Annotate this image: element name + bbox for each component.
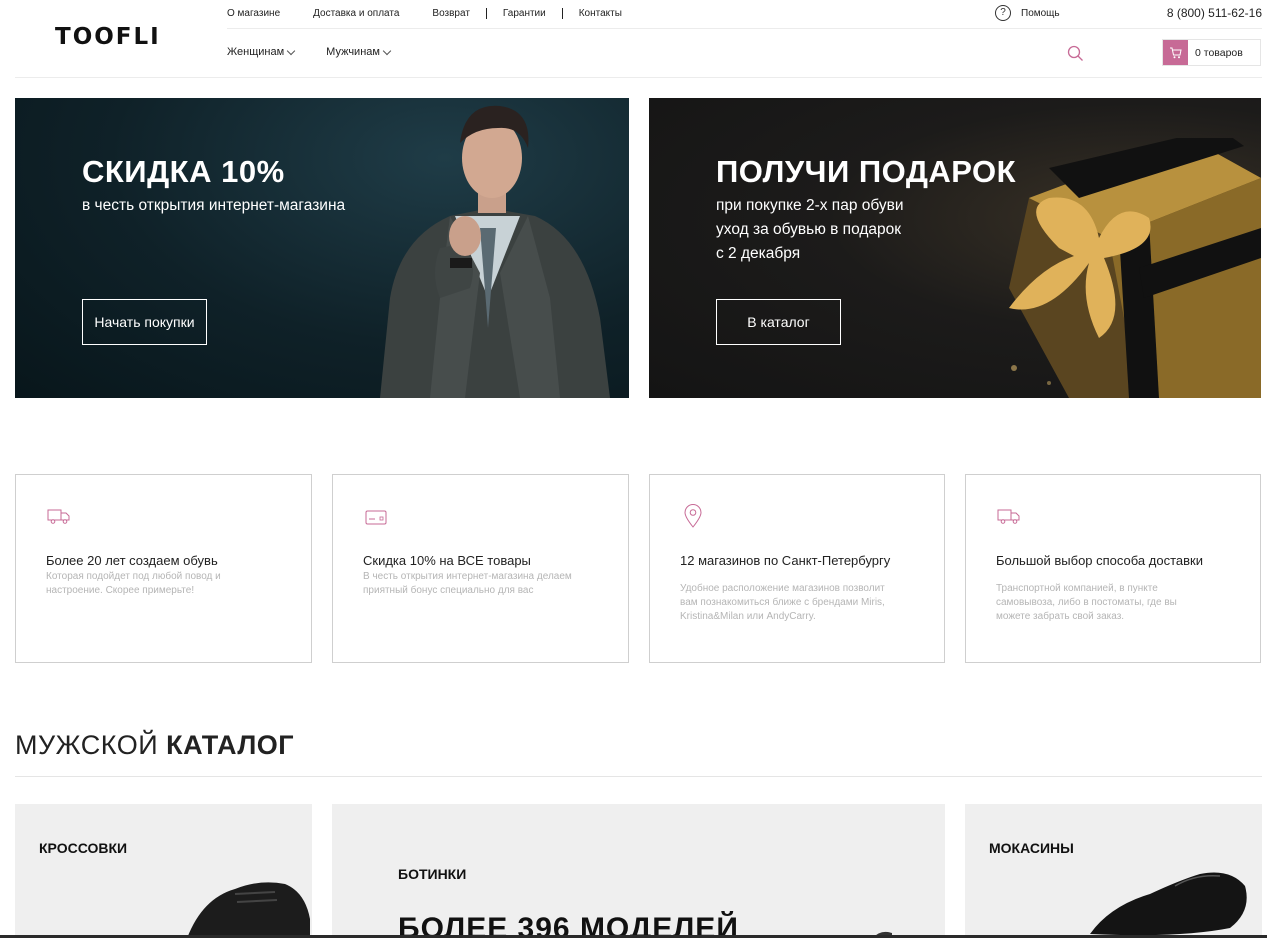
to-catalog-button[interactable]: В каталог [716,299,841,345]
search-icon [1067,45,1083,61]
truck-icon [47,509,70,524]
banner-line: в честь открытия интернет-магазина [82,197,346,214]
banner-subtitle: в честь открытия интернет-магазина [82,194,345,218]
main-nav: Женщинам Мужчинам [227,46,422,58]
catalog-title: МУЖСКОЙ КАТАЛОГ [15,730,294,761]
feature-title: 12 магазинов по Санкт-Петербургу [680,553,891,568]
promo-banner-gift[interactable]: ПОЛУЧИ ПОДАРОК при покупке 2-х пар обуви… [649,98,1261,398]
banner-line: при покупке 2-х пар обуви [716,197,904,214]
chevron-down-icon [286,46,296,55]
help-label: Помощь [1021,7,1060,19]
logo[interactable]: TOOFLI [55,24,161,50]
gift-box-image [1009,138,1261,398]
top-nav: О магазине Доставка и оплата Возврат Гар… [227,8,622,19]
topnav-about[interactable]: О магазине [227,8,280,19]
feature-description: Транспортной компанией, в пункте самовыв… [996,583,1177,622]
feature-card: Более 20 лет создаем обувь Которая подой… [15,474,312,663]
topnav-divider [561,8,563,19]
chevron-down-icon [382,46,392,55]
banner-line: с 2 декабря [716,245,801,262]
cart-icon [1163,40,1188,65]
catalog-tile-boots[interactable]: БОТИНКИ БОЛЕЕ 396 МОДЕЛЕЙ [332,804,945,938]
feature-card: 12 магазинов по Санкт-Петербургу Удобное… [649,474,945,663]
truck-icon [997,509,1020,524]
promo-banner-discount[interactable]: СКИДКА 10% в честь открытия интернет-маг… [15,98,629,398]
topnav-return[interactable]: Возврат [432,8,470,19]
header-divider [227,28,1262,29]
feature-card: Большой выбор способа доставки Транспорт… [965,474,1261,663]
catalog-title-light: МУЖСКОЙ [15,730,167,760]
feature-card: Скидка 10% на ВСЕ товары В честь открыти… [332,474,629,663]
topnav-warranty[interactable]: Гарантии [503,8,546,19]
tile-label: КРОССОВКИ [39,840,128,856]
banner-line: уход за обувью в подарок [716,221,902,238]
topnav-contacts[interactable]: Контакты [579,8,622,19]
nav-women-label: Женщинам [227,46,285,58]
moccasin-image [1090,872,1247,936]
feature-title: Большой выбор способа доставки [996,553,1203,568]
banner-title: СКИДКА 10% [82,154,285,189]
banner-title: ПОЛУЧИ ПОДАРОК [716,154,1017,189]
cart-count: 0 товаров [1195,46,1243,59]
banner-subtitle: при покупке 2-х пар обуви уход за обувью… [716,194,904,266]
feature-description: Удобное расположение магазинов позволит … [680,583,885,622]
tile-label: БОТИНКИ [398,866,467,882]
catalog-divider [15,776,1262,777]
nav-women[interactable]: Женщинам [227,46,296,58]
nav-men-label: Мужчинам [326,46,380,58]
feature-description: В честь открытия интернет-магазина делае… [363,571,572,596]
sneaker-image [187,882,310,938]
feature-title: Более 20 лет создаем обувь [46,553,218,568]
cart-button[interactable]: 0 товаров [1162,39,1261,66]
man-in-suit-image [380,105,610,398]
tile-label: МОКАСИНЫ [989,840,1074,856]
header-bottom-divider [15,77,1262,78]
help-link[interactable]: ? Помощь [995,5,1060,21]
search-button[interactable] [1067,45,1084,67]
catalog-tile-moccasins[interactable]: МОКАСИНЫ [965,804,1262,938]
catalog-tile-sneakers[interactable]: КРОССОВКИ [15,804,312,938]
feature-description: Которая подойдет под любой повод и настр… [46,571,221,596]
site-header: TOOFLI О магазине Доставка и оплата Возв… [0,0,1267,78]
topnav-delivery[interactable]: Доставка и оплата [313,8,399,19]
phone-number[interactable]: 8 (800) 511-62-16 [1167,6,1262,20]
start-shopping-button[interactable]: Начать покупки [82,299,207,345]
card-icon [365,510,387,525]
location-pin-icon [684,504,702,528]
nav-men[interactable]: Мужчинам [326,46,392,58]
question-icon: ? [995,5,1011,21]
catalog-title-bold: КАТАЛОГ [166,730,295,760]
feature-title: Скидка 10% на ВСЕ товары [363,553,531,568]
topnav-divider [485,8,487,19]
